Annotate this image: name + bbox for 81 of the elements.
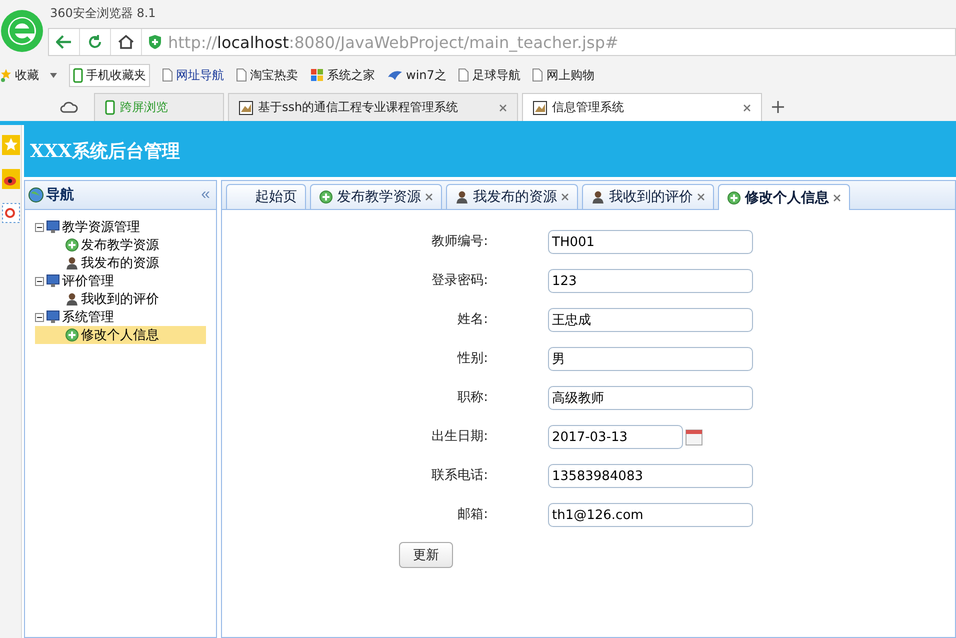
page-tab[interactable]: 我收到的评价 [582,184,714,209]
field-label: 职称: [456,389,488,407]
close-icon[interactable] [833,194,841,202]
tree-item[interactable]: 我收到的评价 [35,290,206,308]
page-tab[interactable]: 我发布的资源 [446,184,578,209]
text-field[interactable]: TH001 [548,230,753,254]
text-field[interactable]: 13583984083 [548,464,753,488]
browser-tab[interactable]: 信息管理系统 [522,93,762,121]
page-tab[interactable]: 修改个人信息 [718,184,850,210]
bookmark-link[interactable]: 收藏 [0,66,57,84]
new-tab-icon[interactable] [772,101,784,113]
tree-group[interactable]: 教学资源管理 [35,218,206,236]
globe-icon [28,187,44,203]
page-tab[interactable]: 起始页 [226,184,306,209]
field-label: 性别: [456,350,488,368]
date-field[interactable]: 2017-03-13 [548,425,683,449]
star-icon [0,68,12,82]
close-icon[interactable] [561,193,569,201]
computer-icon [46,274,60,288]
bookmark-link[interactable]: 网址导航 [162,66,224,84]
field-label: 教师编号: [430,233,488,251]
windows-flag-icon [310,68,324,82]
field-label: 姓名: [456,311,488,329]
field-label: 联系电话: [430,467,488,485]
computer-icon [46,220,60,234]
person-icon [65,292,79,306]
update-button[interactable]: 更新 [399,542,453,568]
back-arrow-icon [56,35,72,49]
site-icon [239,100,253,114]
person-icon [591,190,605,204]
field-label: 邮箱: [456,506,488,524]
person-icon [455,190,469,204]
tree-group[interactable]: 评价管理 [35,272,206,290]
text-field[interactable]: 男 [548,347,753,371]
text-field[interactable]: 123 [548,269,753,293]
plus-circle-icon [65,238,79,252]
refresh-icon [88,35,102,49]
phone-icon [105,100,115,115]
tree-group[interactable]: 系统管理 [35,308,206,326]
tree-item[interactable]: 修改个人信息 [35,326,206,344]
caret-icon [50,72,57,78]
bookmark-link[interactable]: 网上购物 [532,66,594,84]
home-icon [118,35,134,49]
phone-icon [73,68,83,82]
site-icon [533,100,547,114]
text-field[interactable]: 王忠成 [548,308,753,332]
bookmark-link[interactable]: 足球导航 [458,66,520,84]
bookmark-link[interactable]: 系统之家 [310,66,375,84]
bookmark-link[interactable]: 手机收藏夹 [69,64,150,86]
page-icon [162,68,173,82]
collapse-toggle-icon[interactable] [35,312,44,322]
cloud-icon[interactable] [60,101,78,113]
text-field[interactable]: th1@126.com [548,503,753,527]
browser-tab[interactable]: 基于ssh的通信工程专业课程管理系统 [228,93,518,121]
tree-item[interactable]: 发布教学资源 [35,236,206,254]
close-icon[interactable] [697,193,705,201]
app-title: XXX系统后台管理 [30,140,180,163]
shield-icon [148,34,162,50]
close-icon[interactable] [425,193,433,201]
page-icon [236,68,247,82]
text-field[interactable]: 高级教师 [548,386,753,410]
plus-circle-icon [319,190,333,204]
field-label: 出生日期: [430,428,488,446]
collapse-toggle-icon[interactable] [35,222,44,232]
plus-circle-icon [65,328,79,342]
collapse-toggle-icon[interactable] [35,276,44,286]
page-icon [458,68,470,82]
person-icon [65,256,79,270]
close-icon[interactable] [499,104,507,112]
bookmark-link[interactable]: win7之 [387,66,446,84]
page-icon [532,68,544,82]
computer-icon [46,310,60,324]
page-tab[interactable]: 发布教学资源 [310,184,442,209]
tree-item[interactable]: 我发布的资源 [35,254,206,272]
sidebar-title: 导航 [46,186,75,204]
field-label: 登录密码: [430,272,488,290]
bookmark-link[interactable]: 淘宝热卖 [236,66,298,84]
close-icon[interactable] [743,104,751,112]
browser-title: 360安全浏览器 8.1 [50,4,156,22]
plus-circle-icon [727,190,741,204]
calendar-icon[interactable] [685,428,703,446]
